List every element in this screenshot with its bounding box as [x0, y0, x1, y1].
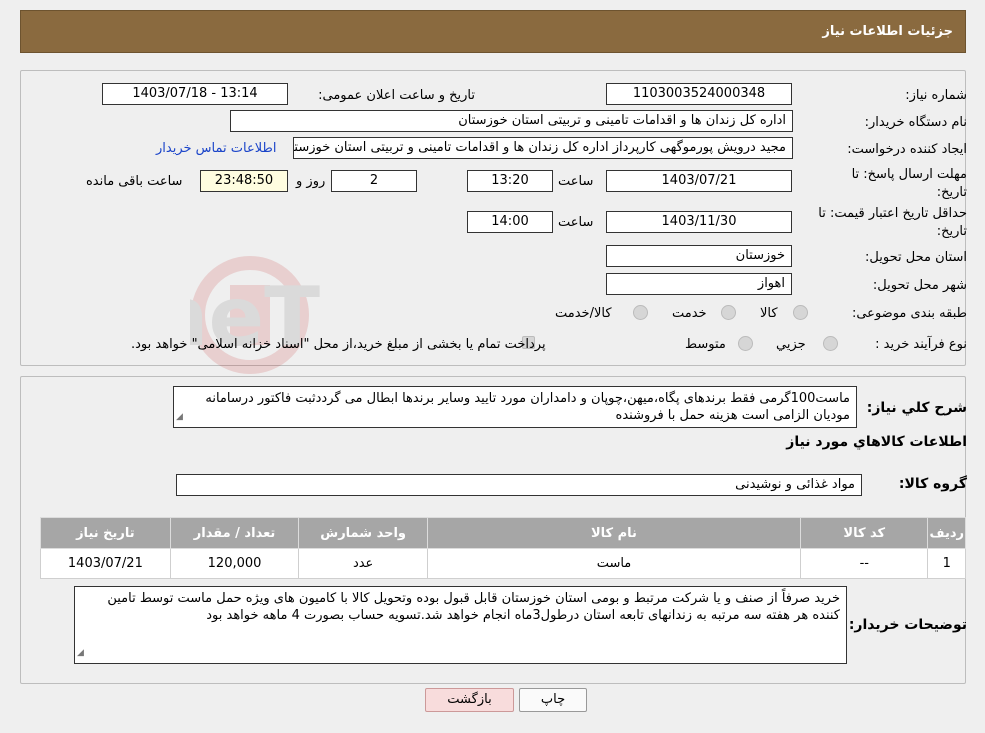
resize-grip-icon[interactable]: ◢: [176, 409, 183, 426]
col-need-date: تاریخ نیاز: [40, 517, 171, 549]
buyer-notes-text[interactable]: خرید صرفاً از صنف و یا شرکت مرتبط و بومی…: [74, 586, 847, 664]
category-label: طبقه بندی موضوعی:: [851, 306, 967, 321]
category-option-goods-service: کالا/خدمت: [555, 306, 612, 321]
category-option-service: خدمت: [672, 306, 707, 321]
requester-label: ایجاد کننده درخواست:: [847, 142, 967, 157]
purchase-radio-medium[interactable]: [738, 336, 753, 351]
cell-row-number: 1: [927, 548, 966, 579]
general-description-label: شرح کلي نياز:: [866, 400, 967, 416]
validity-date-field: 1403/11/30: [606, 211, 792, 233]
purchase-radio-minor[interactable]: [823, 336, 838, 351]
city-field: اهواز: [606, 273, 792, 295]
buyer-notes-label: توضیحات خریدار:: [848, 617, 967, 633]
buyer-org-label: نام دستگاه خریدار:: [864, 115, 967, 130]
buyer-contact-link[interactable]: اطلاعات تماس خریدار: [156, 141, 276, 156]
cell-goods-code: --: [800, 548, 929, 579]
table-row: 1 -- ماست عدد 120,000 1403/07/21: [40, 548, 966, 579]
cell-unit: عدد: [298, 548, 428, 579]
delivery-province-label: استان محل تحویل:: [865, 250, 967, 265]
reply-time-label: ساعت: [558, 174, 594, 189]
announce-datetime-field: 1403/07/18 - 13:14: [102, 83, 288, 105]
goods-table-header-row: ردیف کد کالا نام کالا واحد شمارش تعداد /…: [40, 517, 966, 549]
requester-field: مجید درویش پورموگهی کارپرداز اداره کل زن…: [293, 137, 793, 159]
buyer-org-field: اداره کل زندان ها و اقدامات تامینی و ترب…: [230, 110, 793, 132]
col-row-number: ردیف: [927, 517, 966, 549]
need-number-field: 1103003524000348: [606, 83, 792, 105]
need-number-label: شماره نیاز:: [905, 88, 967, 103]
buyer-notes-value: خرید صرفاً از صنف و یا شرکت مرتبط و بومی…: [107, 591, 840, 623]
back-button[interactable]: بازگشت: [425, 688, 514, 712]
cell-need-date: 1403/07/21: [40, 548, 171, 579]
purchase-type-label: نوع فرآیند خرید :: [875, 337, 967, 352]
purchase-note: پرداخت تمام یا بخشی از مبلغ خرید،از محل …: [131, 337, 546, 352]
category-option-goods: کالا: [760, 306, 778, 321]
col-goods-name: نام کالا: [426, 517, 802, 549]
category-radio-goods-service[interactable]: [633, 305, 648, 320]
days-label: روز و: [296, 174, 326, 189]
announce-datetime-value: 1403/07/18 - 13:14: [132, 86, 258, 101]
resize-grip-icon[interactable]: ◢: [77, 645, 84, 662]
page-header: جزئیات اطلاعات نیاز: [20, 10, 966, 53]
goods-group-label: گروه کالا:: [898, 476, 967, 492]
reply-days-field: 2: [331, 170, 417, 192]
validity-time-label: ساعت: [558, 215, 594, 230]
goods-group-field: مواد غذائی و نوشیدنی: [176, 474, 862, 496]
general-description-value: ماست100گرمی فقط برندهای پگاه،میهن،چوپان …: [205, 391, 850, 423]
remaining-time-field: 23:48:50: [200, 170, 288, 192]
category-radio-service[interactable]: [721, 305, 736, 320]
remaining-label: ساعت باقی مانده: [86, 174, 183, 189]
general-description-text[interactable]: ماست100گرمی فقط برندهای پگاه،میهن،چوپان …: [173, 386, 857, 428]
goods-info-heading: اطلاعات کالاهاي مورد نياز: [786, 434, 967, 450]
cell-goods-name: ماست: [426, 548, 802, 579]
delivery-city-label: شهر محل تحویل:: [872, 278, 967, 293]
province-field: خوزستان: [606, 245, 792, 267]
print-button[interactable]: چاپ: [519, 688, 587, 712]
goods-table: ردیف کد کالا نام کالا واحد شمارش تعداد /…: [40, 517, 966, 579]
reply-deadline-label: مهلت ارسال پاسخ: تا تاریخ:: [851, 167, 967, 200]
announce-datetime-label: تاریخ و ساعت اعلان عمومی:: [318, 88, 475, 103]
col-goods-code: کد کالا: [800, 517, 929, 549]
price-validity-label: حداقل تاریخ اعتبار قیمت: تا تاریخ:: [818, 206, 967, 239]
reply-date-field: 1403/07/21: [606, 170, 792, 192]
purchase-option-minor: جزیي: [776, 337, 806, 352]
page-title: جزئیات اطلاعات نیاز: [822, 24, 953, 39]
validity-time-field: 14:00: [467, 211, 553, 233]
category-radio-goods[interactable]: [793, 305, 808, 320]
cell-quantity: 120,000: [169, 548, 300, 579]
col-unit: واحد شمارش: [298, 517, 428, 549]
col-quantity: تعداد / مقدار: [169, 517, 300, 549]
purchase-option-medium: متوسط: [685, 337, 726, 352]
reply-time-field: 13:20: [467, 170, 553, 192]
